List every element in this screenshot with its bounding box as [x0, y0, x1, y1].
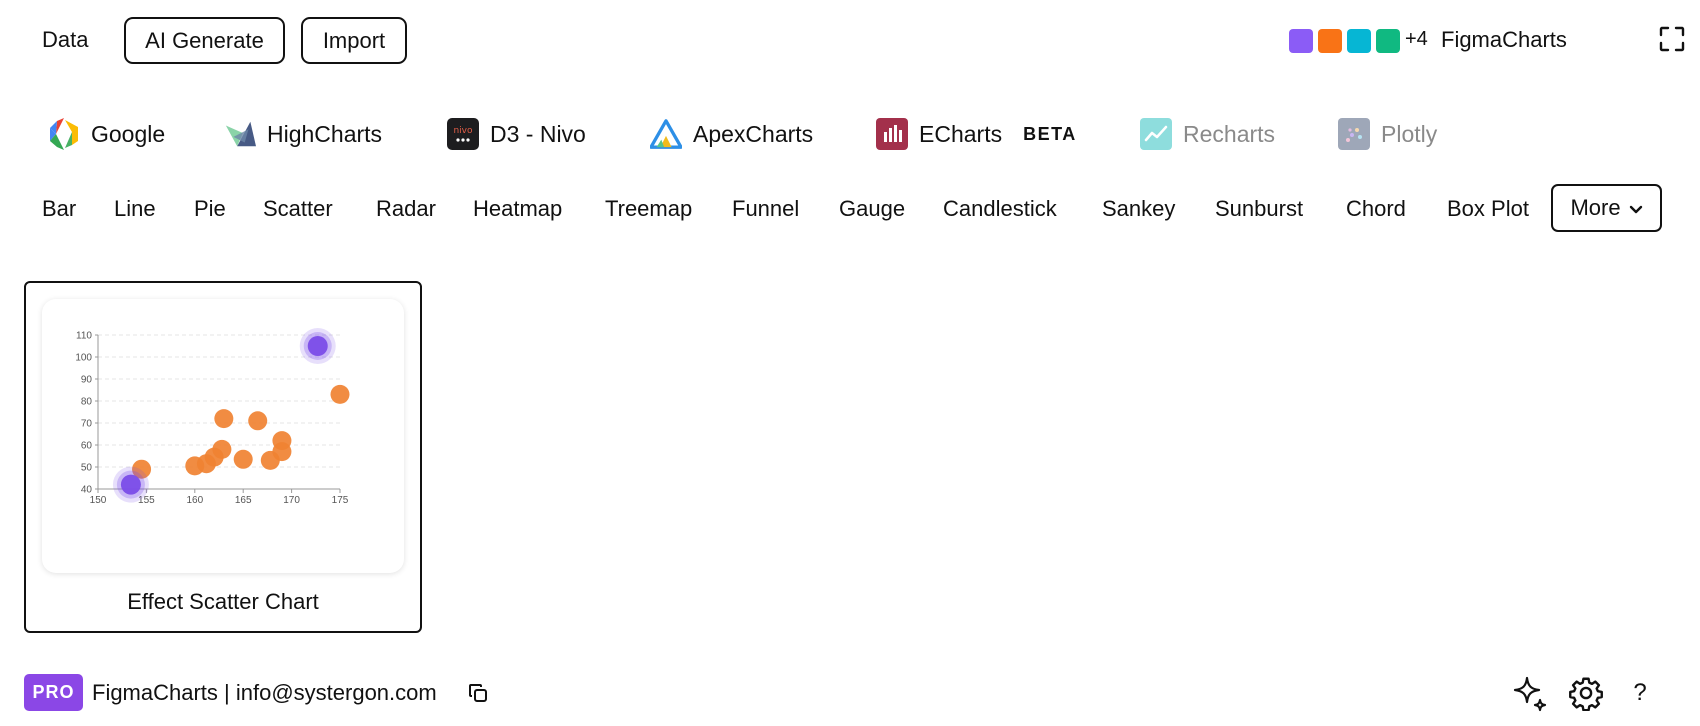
chart-type-tab[interactable]: Line: [114, 196, 156, 222]
library-tab-recharts[interactable]: Recharts: [1140, 114, 1275, 154]
scatter-point: [248, 411, 268, 431]
effect-point: [307, 336, 328, 356]
nivo-logo-text: nivo: [453, 126, 473, 136]
help-icon[interactable]: ?: [1621, 674, 1659, 712]
footer: PRO FigmaCharts | info@systergon.com ?: [0, 674, 1700, 714]
nivo-logo: nivo: [447, 118, 479, 150]
library-tab-apexcharts[interactable]: ApexCharts: [650, 114, 813, 154]
x-tick-label: 175: [332, 495, 349, 506]
chart-card-title: Effect Scatter Chart: [127, 589, 319, 614]
effect-point: [120, 474, 141, 495]
library-label: ApexCharts: [693, 120, 814, 147]
library-tabs: Google HighCharts nivo D3 - Nivo ApexCha…: [0, 114, 1700, 154]
import-button[interactable]: Import: [301, 17, 407, 64]
palette-swatch[interactable]: [1318, 29, 1342, 53]
scatter-point: [272, 442, 292, 462]
scatter-point: [330, 384, 350, 404]
sparkles-icon[interactable]: [1511, 674, 1549, 712]
chart-type-tab[interactable]: Funnel: [732, 196, 799, 222]
gear-icon[interactable]: [1567, 674, 1605, 712]
chart-type-tab[interactable]: Candlestick: [943, 196, 1057, 222]
y-tick-label: 90: [81, 375, 93, 386]
recharts-logo: [1140, 118, 1172, 150]
scatter-point: [214, 409, 234, 429]
y-tick-label: 50: [81, 463, 93, 474]
library-label: ECharts: [919, 120, 1003, 147]
more-colors-count[interactable]: +4: [1405, 28, 1428, 51]
chart-type-tab[interactable]: Radar: [376, 196, 436, 222]
top-bar: Data AI Generate Import +4 FigmaCharts: [0, 0, 1700, 82]
beta-badge: BETA: [1023, 123, 1077, 144]
y-tick-label: 40: [81, 485, 93, 496]
y-tick-label: 60: [81, 441, 93, 452]
highcharts-logo: [224, 118, 256, 150]
scatter-point: [212, 439, 232, 459]
brand-name: FigmaCharts: [1441, 27, 1567, 52]
y-tick-label: 100: [75, 353, 92, 364]
y-tick-label: 110: [76, 331, 92, 342]
palette-swatch[interactable]: [1289, 29, 1313, 53]
library-tab-highcharts[interactable]: HighCharts: [224, 114, 382, 154]
chart-type-tab[interactable]: Heatmap: [473, 196, 562, 222]
expand-icon[interactable]: [1659, 26, 1685, 52]
library-label: D3 - Nivo: [490, 120, 586, 147]
y-tick-label: 80: [81, 397, 93, 408]
library-tab-echarts[interactable]: ECharts BETA: [876, 114, 1077, 154]
chart-card[interactable]: 40 50 60 70 80 90 100 110 150 155 160 165 170 175 Eff…: [24, 281, 422, 633]
palette-swatch[interactable]: [1376, 29, 1400, 53]
plotly-logo: [1338, 118, 1370, 150]
ai-generate-button[interactable]: AI Generate: [124, 17, 285, 64]
chart-type-tab[interactable]: Bar: [42, 196, 76, 222]
google-charts-logo: [48, 118, 80, 150]
library-label: HighCharts: [267, 120, 383, 147]
chart-type-tab[interactable]: Sankey: [1102, 196, 1175, 222]
chart-type-tab[interactable]: Scatter: [263, 196, 333, 222]
chart-preview: 40 50 60 70 80 90 100 110 150 155 160 165 170 175: [42, 299, 404, 573]
chart-type-tab[interactable]: Pie: [194, 196, 226, 222]
scatter-point: [233, 449, 253, 469]
more-label: More: [1570, 195, 1621, 220]
footer-contact: FigmaCharts | info@systergon.com: [92, 680, 437, 705]
x-tick-label: 165: [235, 495, 252, 506]
chart-type-tabs: Bar Line Pie Scatter Radar Heatmap Treem…: [0, 184, 1700, 234]
library-tab-google[interactable]: Google: [48, 114, 165, 154]
chart-type-tab[interactable]: Sunburst: [1215, 196, 1303, 222]
pro-badge: PRO: [24, 674, 83, 711]
x-tick-label: 160: [186, 495, 203, 506]
y-tick-label: 70: [81, 419, 93, 430]
chart-type-tab[interactable]: Box Plot: [1447, 196, 1529, 222]
chart-type-tab[interactable]: Chord: [1346, 196, 1406, 222]
color-palette[interactable]: [1289, 29, 1400, 53]
scatter-chart: 405060708090100110150 155 160 165 170 175: [75, 328, 350, 506]
library-label: Recharts: [1183, 120, 1276, 147]
library-tab-plotly[interactable]: Plotly: [1338, 114, 1437, 154]
library-label: Google: [91, 120, 166, 147]
echarts-logo: [876, 118, 908, 150]
chart-type-tab[interactable]: Gauge: [839, 196, 905, 222]
x-tick-label: 170: [283, 495, 300, 506]
chart-type-tab[interactable]: Treemap: [605, 196, 692, 222]
copy-icon[interactable]: [468, 683, 488, 703]
chevron-down-icon: [1629, 195, 1643, 221]
library-label: Plotly: [1381, 120, 1438, 147]
palette-swatch[interactable]: [1347, 29, 1371, 53]
library-tab-nivo[interactable]: nivo D3 - Nivo: [447, 114, 586, 154]
x-tick-label: 150: [90, 495, 107, 506]
more-button[interactable]: More: [1551, 184, 1662, 232]
data-tab[interactable]: Data: [42, 27, 88, 53]
apexcharts-logo: [650, 118, 682, 150]
